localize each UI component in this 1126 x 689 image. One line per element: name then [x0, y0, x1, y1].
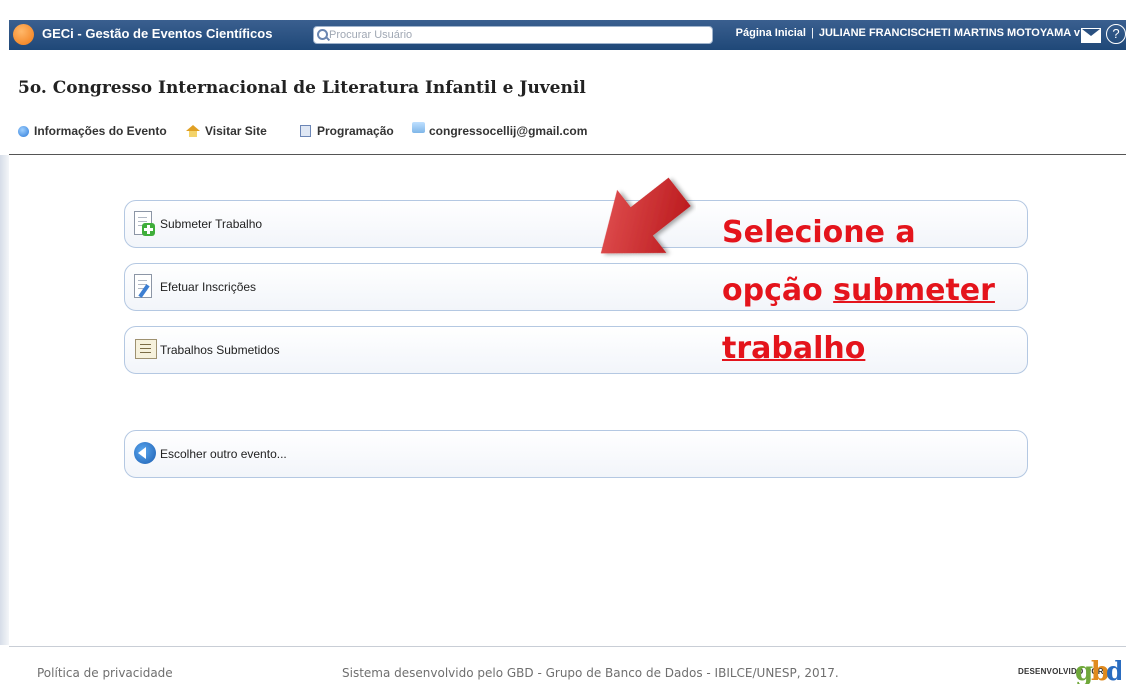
menu-separator: | [810, 27, 814, 39]
program-label: Programação [317, 124, 394, 138]
annotation-line-2-prefix: opção [722, 273, 834, 308]
annotation-line-2-underlined: submeter [833, 273, 995, 308]
annotation-line-3: trabalho [722, 320, 1022, 378]
left-edge-shade [0, 155, 9, 645]
app-title[interactable]: GECi - Gestão de Eventos Científicos [42, 26, 272, 41]
top-bar-strip: GECi - Gestão de Eventos Científicos Pág… [9, 20, 1126, 50]
choose-other-event-button[interactable]: Escolher outro evento... [124, 430, 1028, 478]
mail-icon[interactable] [1081, 28, 1101, 43]
geci-logo-icon[interactable] [13, 24, 34, 45]
email-link[interactable]: congressocellij@gmail.com [412, 121, 588, 138]
registration-label: Efetuar Inscrições [160, 280, 257, 294]
annotation-line-1: Selecione a [722, 215, 916, 250]
home-link[interactable]: Página Inicial [736, 27, 806, 39]
user-menu[interactable]: JULIANE FRANCISCHETI MARTINS MOTOYAMA v [819, 27, 1080, 39]
top-bar: GECi - Gestão de Eventos Científicos Pág… [0, 0, 1126, 56]
footer-credits: Sistema desenvolvido pelo GBD - Grupo de… [342, 666, 839, 680]
top-right-menu: Página Inicial | JULIANE FRANCISCHETI MART… [736, 27, 1080, 39]
info-icon [18, 125, 29, 137]
calendar-icon [300, 125, 311, 137]
email-label: congressocellij@gmail.com [429, 124, 588, 138]
choose-other-event-label: Escolher outro evento... [160, 447, 287, 461]
event-info-label: Informações do Evento [34, 124, 167, 138]
privacy-policy-link[interactable]: Política de privacidade [37, 666, 173, 680]
submitted-papers-label: Trabalhos Submetidos [160, 343, 280, 357]
annotation-line-2: opção submeter [722, 262, 1022, 320]
annotation-line-3-underlined: trabalho [722, 331, 866, 366]
user-search-box[interactable] [313, 26, 713, 44]
document-add-icon [132, 209, 156, 239]
user-search-input[interactable] [329, 27, 699, 43]
home-icon [186, 125, 200, 137]
gbd-logo-d: d [1106, 657, 1121, 684]
back-arrow-icon [132, 439, 156, 469]
instruction-annotation: Selecione a opção submeter trabalho [722, 204, 1022, 378]
help-icon[interactable]: ? [1106, 24, 1126, 44]
event-title: 5o. Congresso Internacional de Literatur… [18, 78, 586, 98]
visit-site-link[interactable]: Visitar Site [186, 124, 267, 138]
visit-site-label: Visitar Site [205, 124, 267, 138]
gbd-logo[interactable]: g b d [1073, 654, 1121, 684]
submit-paper-label: Submeter Trabalho [160, 217, 263, 231]
annotation-arrow [600, 177, 691, 254]
document-edit-icon [132, 272, 156, 302]
footer: Política de privacidade Sistema desenvol… [0, 646, 1126, 689]
program-link[interactable]: Programação [300, 124, 394, 138]
search-icon [317, 29, 328, 40]
event-info-link[interactable]: Informações do Evento [18, 124, 167, 138]
email-icon [412, 121, 425, 133]
submitted-papers-icon [132, 335, 157, 365]
